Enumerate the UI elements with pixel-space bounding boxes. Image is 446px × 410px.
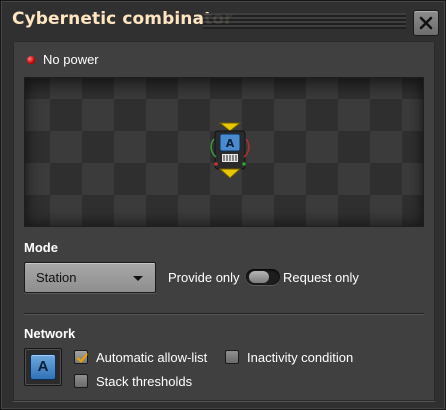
mode-dropdown-value: Station	[36, 270, 77, 285]
automatic-allow-list-checkbox[interactable]	[74, 350, 88, 364]
close-icon	[419, 16, 433, 30]
provide-only-label[interactable]: Provide only	[168, 270, 240, 285]
automatic-allow-list-label[interactable]: Automatic allow-list	[96, 350, 207, 365]
stack-thresholds-label[interactable]: Stack thresholds	[96, 374, 192, 389]
drag-handle[interactable]	[203, 13, 406, 29]
request-only-label[interactable]: Request only	[283, 270, 359, 285]
combinator-entity-icon: A	[210, 122, 250, 179]
combinator-window: Cybernetic combinator No power A Mode St…	[0, 0, 446, 410]
signal-a-icon: A	[30, 354, 56, 380]
mode-label: Mode	[24, 240, 58, 255]
network-label: Network	[24, 326, 76, 341]
section-divider	[24, 313, 424, 315]
checkmark-icon	[76, 353, 88, 363]
inactivity-condition-label[interactable]: Inactivity condition	[247, 350, 353, 365]
entity-signal-letter: A	[226, 137, 235, 150]
close-button[interactable]	[413, 10, 439, 36]
switch-knob[interactable]	[249, 271, 269, 283]
provide-request-switch[interactable]	[246, 269, 280, 285]
stack-thresholds-checkbox[interactable]	[74, 374, 88, 388]
network-signal-button[interactable]: A	[24, 348, 62, 386]
chevron-down-icon	[133, 276, 143, 281]
window-title: Cybernetic combinator	[12, 9, 233, 29]
status-text: No power	[43, 52, 99, 67]
status-indicator-icon	[27, 56, 35, 64]
mode-dropdown[interactable]: Station	[24, 262, 156, 293]
inactivity-condition-checkbox[interactable]	[225, 350, 239, 364]
network-signal-letter: A	[37, 358, 49, 375]
title-bar[interactable]: Cybernetic combinator	[5, 5, 443, 36]
content-panel: No power A Mode Station Provide only Req…	[13, 41, 435, 401]
entity-preview[interactable]: A	[24, 77, 424, 227]
